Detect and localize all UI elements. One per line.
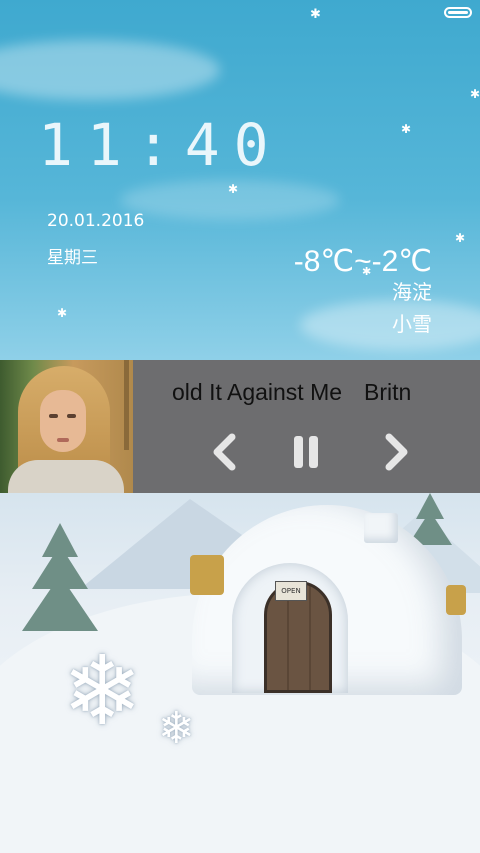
cloud <box>0 40 220 100</box>
album-art-eye <box>67 414 76 418</box>
snowflake-icon: ✱ <box>228 182 239 196</box>
snowflake-icon: ✱ <box>401 122 412 136</box>
weather-temperature: -8℃~-2℃ <box>293 245 432 278</box>
lock-clock: 11:40 <box>38 111 283 179</box>
chevron-right-icon <box>385 433 408 471</box>
wooden-sled <box>446 585 466 615</box>
pause-icon <box>294 436 318 468</box>
music-player-widget: old It Against Me Britn <box>0 360 480 493</box>
lock-date: 20.01.2016 <box>47 211 145 231</box>
door-sign: OPEN <box>275 581 307 601</box>
winter-wallpaper: OPEN ❄ ❄ <box>0 493 480 853</box>
lockscreen: ✱ ✱ ✱ ✱ ✱ ✱ ✱ 11:40 20.01.2016 星期三 -8℃~-… <box>0 0 480 853</box>
snowflake-icon: ✱ <box>455 231 466 245</box>
album-art-mouth <box>57 438 69 442</box>
lock-weekday: 星期三 <box>47 248 98 268</box>
track-marquee: old It Against Me Britn <box>172 374 440 414</box>
album-art-rope <box>124 360 129 450</box>
track-title: old It Against Me <box>172 379 343 405</box>
pause-button[interactable] <box>286 432 326 472</box>
battery-full-icon <box>444 7 472 18</box>
weather-location: 海淀 <box>392 280 432 304</box>
next-track-button[interactable] <box>375 432 415 472</box>
snowflake-icon: ❄ <box>62 635 143 747</box>
album-art-eye <box>49 414 58 418</box>
wooden-sled <box>190 555 224 595</box>
snowflake-icon: ✱ <box>470 87 480 101</box>
album-art-shirt <box>8 460 124 493</box>
snowflake-icon: ✱ <box>310 7 321 22</box>
igloo-chimney <box>364 513 398 543</box>
sky-wallpaper: ✱ ✱ ✱ ✱ ✱ ✱ ✱ 11:40 20.01.2016 星期三 -8℃~-… <box>0 0 480 360</box>
previous-track-button[interactable] <box>206 432 246 472</box>
track-artist: Britn <box>364 379 412 405</box>
snowy-tree <box>20 523 100 643</box>
album-art-face <box>40 390 86 452</box>
chevron-left-icon <box>213 433 236 471</box>
snowflake-icon: ✱ <box>57 306 68 320</box>
snowflake-icon: ❄ <box>158 703 195 754</box>
weather-condition: 小雪 <box>392 312 432 336</box>
cloud <box>300 300 480 350</box>
album-art[interactable] <box>0 360 133 493</box>
